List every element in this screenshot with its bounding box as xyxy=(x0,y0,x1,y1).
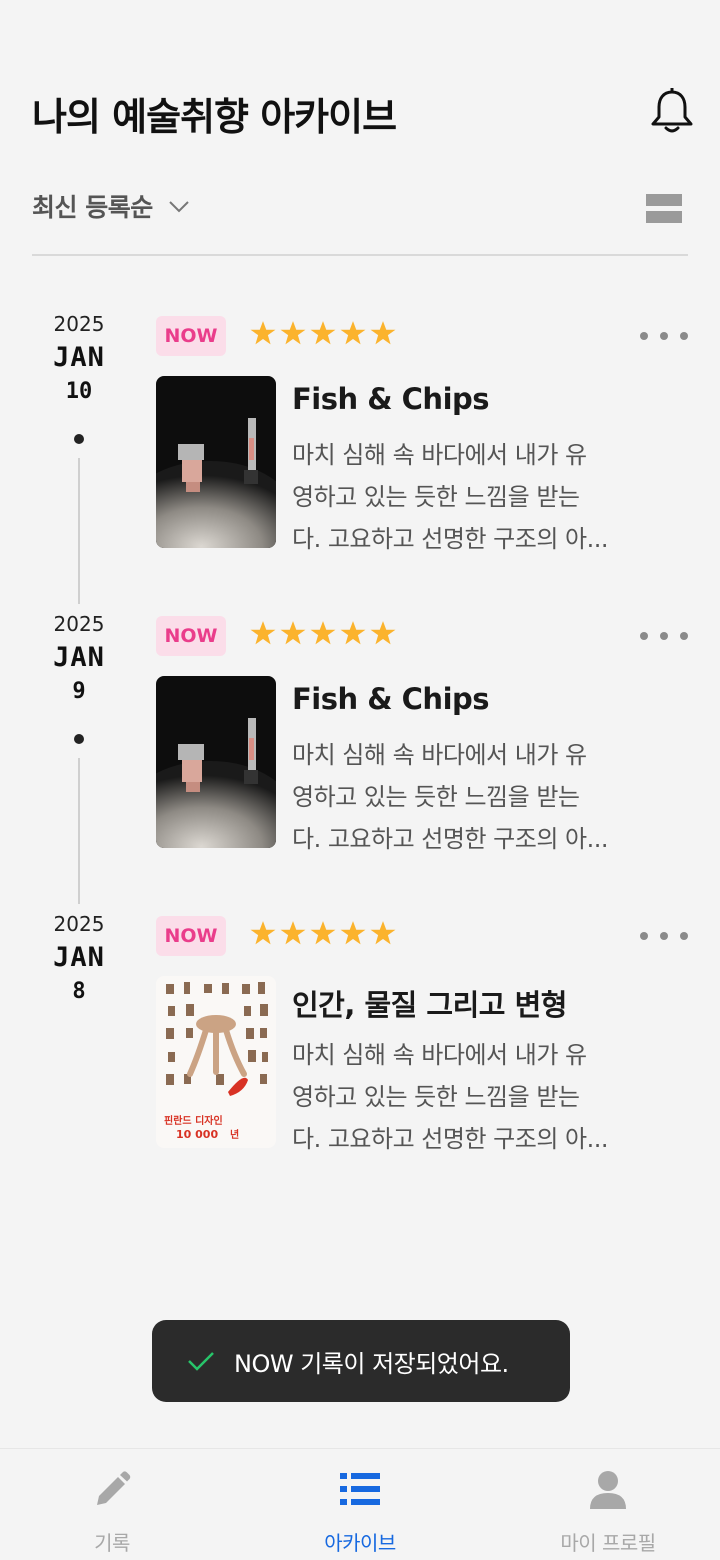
list-view-icon[interactable] xyxy=(646,194,682,223)
star-icon xyxy=(250,921,276,945)
star-icon xyxy=(340,621,366,645)
pencil-icon xyxy=(97,1471,131,1505)
star-icon xyxy=(250,321,276,345)
poster-thumbnail[interactable]: 핀란드 디자인 10 000 년 xyxy=(156,976,276,1148)
entry-day: 8 xyxy=(72,979,86,1004)
card-title: Fish & Chips xyxy=(292,682,490,716)
description-line: 마치 심해 속 바다에서 내가 유 xyxy=(292,441,587,469)
nav-item-record[interactable]: 기록 xyxy=(22,1469,202,1556)
star-icon xyxy=(280,621,306,645)
timeline-dot xyxy=(74,434,84,444)
sculpture-thumbnail[interactable] xyxy=(156,376,276,548)
svg-text:핀란드 디자인: 핀란드 디자인 xyxy=(164,1114,223,1127)
person-icon xyxy=(590,1471,626,1509)
description-line: 마치 심해 속 바다에서 내가 유 xyxy=(292,1041,587,1069)
card-title: Fish & Chips xyxy=(292,382,490,416)
nav-label: 기록 xyxy=(94,1531,130,1555)
star-icon xyxy=(340,921,366,945)
entry-date: 2025 JAN 8 xyxy=(32,908,126,1004)
now-badge: NOW xyxy=(156,916,226,956)
sort-dropdown[interactable]: 최신 등록순 xyxy=(32,188,191,224)
star-rating xyxy=(250,320,400,346)
timeline-dot xyxy=(74,734,84,744)
description-line: 마치 심해 속 바다에서 내가 유 xyxy=(292,741,587,769)
entry-year: 2025 xyxy=(53,912,105,936)
entry-date: 2025 JAN 9 xyxy=(32,608,126,704)
star-icon xyxy=(250,621,276,645)
svg-text:년: 년 xyxy=(230,1128,239,1141)
star-rating xyxy=(250,920,400,946)
star-icon xyxy=(370,621,396,645)
entry-year: 2025 xyxy=(53,312,105,336)
card-description: 마치 심해 속 바다에서 내가 유 영하고 있는 듯한 느낌을 받는 다. 고요… xyxy=(292,1034,652,1160)
list-icon xyxy=(340,1473,380,1505)
entry-day: 9 xyxy=(72,679,86,704)
entry-month: JAN xyxy=(53,942,105,973)
star-icon xyxy=(310,621,336,645)
archive-entry[interactable]: 2025 JAN 9 NOW Fish & Chips 마치 심해 속 바다에서… xyxy=(0,608,720,908)
timeline-line xyxy=(78,758,80,904)
toast-message: NOW 기록이 저장되었어요. xyxy=(152,1320,570,1402)
nav-item-archive[interactable]: 아카이브 xyxy=(270,1469,450,1556)
more-options-icon[interactable] xyxy=(640,926,688,946)
page-title: 나의 예술취향 아카이브 xyxy=(32,95,397,139)
description-line: 다. 고요하고 선명한 구조의 아... xyxy=(292,1125,609,1153)
entry-month: JAN xyxy=(53,642,105,673)
sculpture-thumbnail[interactable] xyxy=(156,676,276,848)
star-icon xyxy=(280,921,306,945)
description-line: 다. 고요하고 선명한 구조의 아... xyxy=(292,525,609,553)
bell-icon[interactable] xyxy=(648,86,696,136)
description-line: 영하고 있는 듯한 느낌을 받는 xyxy=(292,1083,580,1111)
archive-entry[interactable]: 2025 JAN 8 NOW 핀란드 디자인 10 000 년 인간, 물질 그… xyxy=(0,908,720,1208)
description-line: 영하고 있는 듯한 느낌을 받는 xyxy=(292,783,580,811)
card-description: 마치 심해 속 바다에서 내가 유 영하고 있는 듯한 느낌을 받는 다. 고요… xyxy=(292,434,652,560)
entry-month: JAN xyxy=(53,342,105,373)
card-title: 인간, 물질 그리고 변형 xyxy=(292,988,567,1022)
entry-date: 2025 JAN 10 xyxy=(32,308,126,404)
nav-label: 마이 프로필 xyxy=(560,1531,656,1555)
chevron-down-icon xyxy=(169,201,189,213)
toast-text: NOW 기록이 저장되었어요. xyxy=(234,1349,509,1378)
description-line: 다. 고요하고 선명한 구조의 아... xyxy=(292,825,609,853)
entry-year: 2025 xyxy=(53,612,105,636)
more-options-icon[interactable] xyxy=(640,626,688,646)
check-icon xyxy=(188,1352,214,1371)
archive-entry[interactable]: 2025 JAN 10 NOW Fish & Chips 마치 심해 속 바다에… xyxy=(0,308,720,608)
divider xyxy=(32,254,688,256)
nav-item-profile[interactable]: 마이 프로필 xyxy=(518,1469,698,1556)
star-icon xyxy=(310,321,336,345)
now-badge: NOW xyxy=(156,316,226,356)
card-description: 마치 심해 속 바다에서 내가 유 영하고 있는 듯한 느낌을 받는 다. 고요… xyxy=(292,734,652,860)
more-options-icon[interactable] xyxy=(640,326,688,346)
now-badge: NOW xyxy=(156,616,226,656)
timeline-line xyxy=(78,458,80,604)
description-line: 영하고 있는 듯한 느낌을 받는 xyxy=(292,483,580,511)
svg-text:10 000: 10 000 xyxy=(176,1128,218,1141)
star-rating xyxy=(250,620,400,646)
entry-day: 10 xyxy=(65,379,93,404)
nav-label: 아카이브 xyxy=(324,1531,396,1555)
star-icon xyxy=(370,921,396,945)
bottom-nav: 기록 아카이브 마이 프로필 xyxy=(0,1448,720,1560)
star-icon xyxy=(280,321,306,345)
star-icon xyxy=(340,321,366,345)
star-icon xyxy=(370,321,396,345)
star-icon xyxy=(310,921,336,945)
app-screen: 나의 예술취향 아카이브 최신 등록순 2025 JAN 10 NOW Fish… xyxy=(0,0,720,1560)
sort-label: 최신 등록순 xyxy=(32,193,153,222)
